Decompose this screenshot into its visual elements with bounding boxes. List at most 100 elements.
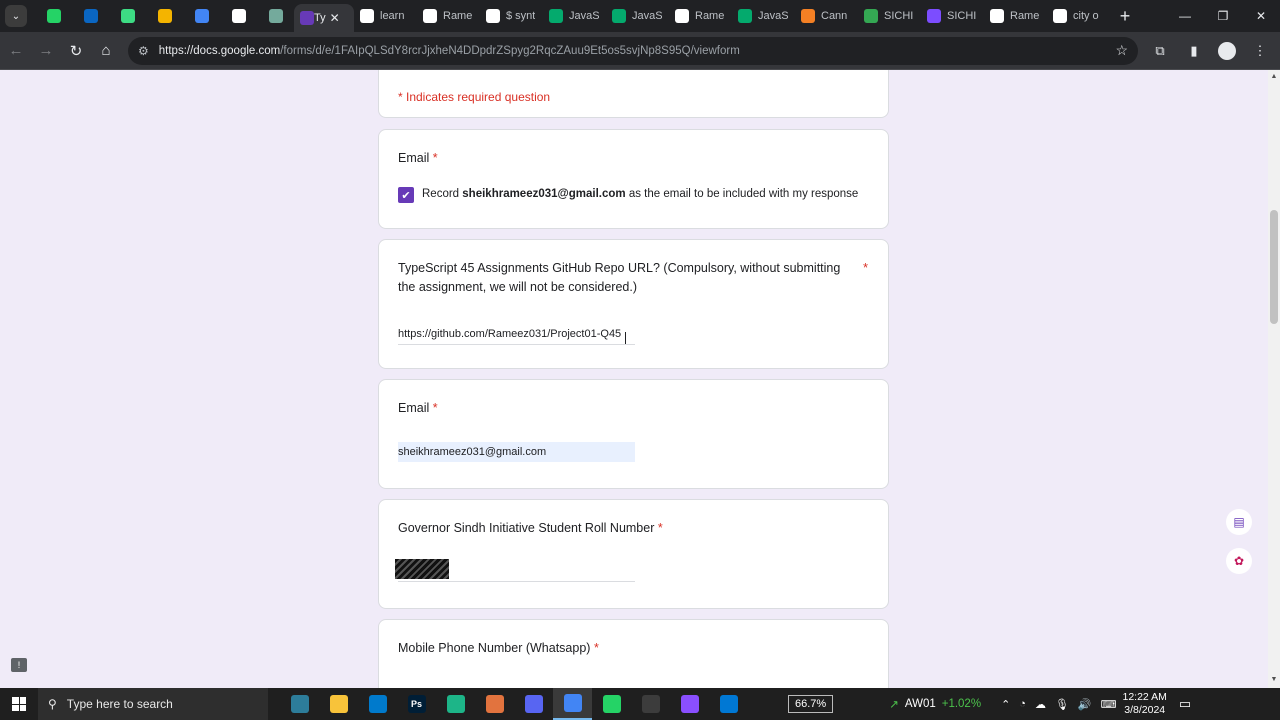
url-text[interactable]: https://docs.google.com/forms/d/e/1FAIpQ… — [159, 45, 1116, 57]
profile-avatar[interactable] — [1218, 41, 1236, 60]
browser-tab[interactable]: JavaS — [606, 0, 669, 32]
email-collection-card: Email * ✔ Record sheikhrameez031@gmail.c… — [378, 129, 889, 229]
microphone-icon[interactable]: 🎙 — [1055, 698, 1069, 711]
browser-tab[interactable] — [35, 0, 72, 32]
stock-widget[interactable]: ↗ AW01 +1.02% — [889, 697, 981, 711]
taskbar-app[interactable] — [280, 688, 319, 720]
w3-icon — [738, 9, 752, 23]
extensions-icon[interactable]: ⧉ — [1150, 41, 1170, 61]
url-path: /forms/d/e/1FAIpQLSdY8rcrJjxheN4DDpdrZSp… — [280, 44, 740, 57]
scrollbar-thumb[interactable] — [1270, 210, 1278, 324]
tab-title: Ty — [314, 12, 326, 24]
tab-search-button[interactable]: ⌄ — [5, 5, 27, 27]
taskbar-app[interactable] — [475, 688, 514, 720]
linkedin-icon — [83, 9, 98, 23]
browser-tab[interactable]: Ty ✕ — [294, 4, 354, 32]
scroll-down-icon[interactable]: ▼ — [1270, 676, 1278, 684]
taskbar-app[interactable] — [670, 688, 709, 720]
start-button[interactable] — [0, 688, 38, 720]
browser-tab[interactable]: city o — [1047, 0, 1110, 32]
browser-tab[interactable]: SICHI — [921, 0, 984, 32]
cloud-icon[interactable]: ☁ — [1035, 698, 1046, 711]
feedback-icon[interactable]: ! — [11, 658, 27, 672]
taskbar-app[interactable] — [592, 688, 631, 720]
notifications-icon[interactable]: ▭ — [1179, 696, 1191, 712]
forward-button[interactable]: → — [32, 37, 60, 65]
volume-icon[interactable]: 🔊 — [1078, 698, 1092, 711]
stock-change: +1.02% — [941, 698, 982, 710]
home-button[interactable]: ⌂ — [92, 37, 120, 65]
browser-tab[interactable] — [72, 0, 109, 32]
browser-tab[interactable] — [146, 0, 183, 32]
repo-url-input[interactable]: https://github.com/Rameez031/Project01-Q… — [398, 324, 635, 345]
taskbar-search[interactable]: ⚲ Type here to search — [38, 688, 268, 720]
brain-extension-icon[interactable]: ✿ — [1226, 548, 1252, 574]
taskbar-app[interactable] — [553, 688, 592, 720]
git-icon — [485, 695, 504, 713]
redacted-scribble — [395, 559, 449, 579]
new-tab-button[interactable]: + — [1110, 6, 1140, 27]
tab-title: JavaS — [632, 10, 662, 22]
app-blue-icon — [719, 695, 738, 713]
taskbar-app[interactable] — [514, 688, 553, 720]
taskbar-app[interactable] — [631, 688, 670, 720]
keyboard-icon[interactable]: ⌨ — [1101, 698, 1117, 711]
address-bar[interactable]: ⚙ https://docs.google.com/forms/d/e/1FAI… — [128, 36, 1138, 65]
asterisk-icon — [120, 9, 135, 23]
record-email: sheikhrameez031@gmail.com — [462, 188, 626, 200]
reading-mode-icon[interactable]: ▤ — [1226, 509, 1252, 535]
windows-logo-icon — [12, 697, 26, 711]
required-asterisk: * — [432, 401, 438, 415]
github-icon — [360, 9, 374, 23]
browser-tab[interactable] — [109, 0, 146, 32]
browser-tab[interactable] — [257, 0, 294, 32]
browser-tab[interactable]: JavaS — [732, 0, 795, 32]
taskbar-app[interactable] — [436, 688, 475, 720]
reload-button[interactable]: ↻ — [62, 37, 90, 65]
email-input[interactable]: sheikhrameez031@gmail.com — [398, 442, 635, 462]
browser-tab[interactable] — [220, 0, 257, 32]
browser-tab[interactable]: learn — [354, 0, 417, 32]
browser-tab[interactable] — [183, 0, 220, 32]
taskbar-app[interactable] — [709, 688, 748, 720]
record-prefix: Record — [422, 188, 463, 200]
url-host: https://docs.google.com — [158, 44, 281, 57]
minimize-button[interactable]: — — [1166, 0, 1204, 32]
site-info-icon[interactable]: ⚙ — [138, 44, 149, 58]
restore-button[interactable]: ❐ — [1204, 0, 1242, 32]
github-icon — [990, 9, 1004, 23]
sichi-icon — [864, 9, 878, 23]
email-question-label: Email — [398, 401, 430, 415]
browser-tab[interactable]: JavaS — [543, 0, 606, 32]
question-card-roll: Governor Sindh Initiative Student Roll N… — [378, 499, 889, 609]
bookmark-star-icon[interactable]: ☆ — [1115, 42, 1128, 59]
browser-tab[interactable]: $ synt — [480, 0, 543, 32]
tab-title: Rame — [443, 10, 473, 22]
page-scrollbar[interactable]: ▲ ▼ — [1268, 70, 1280, 688]
tab-title: learn — [380, 10, 405, 22]
network-icon[interactable]: ◔ — [1019, 698, 1026, 710]
google-icon — [1053, 9, 1067, 23]
close-tab-icon[interactable]: ✕ — [330, 11, 340, 25]
stock-name: AW01 — [904, 698, 936, 710]
chevron-up-icon[interactable]: ⌃ — [1001, 698, 1010, 711]
side-panel-icon[interactable]: ▮ — [1184, 41, 1204, 61]
tab-title: city o — [1073, 10, 1099, 22]
browser-tab[interactable]: Cann — [795, 0, 858, 32]
browser-tab[interactable]: Rame — [669, 0, 732, 32]
system-clock[interactable]: 12:22 AM 3/8/2024 — [1123, 691, 1167, 717]
browser-tab[interactable]: Rame — [417, 0, 480, 32]
taskbar-app[interactable] — [358, 688, 397, 720]
record-email-checkbox[interactable]: ✔ — [398, 187, 414, 203]
browser-tab[interactable]: Rame — [984, 0, 1047, 32]
scroll-up-icon[interactable]: ▲ — [1270, 73, 1278, 81]
app-purple-icon — [680, 695, 699, 713]
taskbar-app[interactable]: Ps — [397, 688, 436, 720]
record-email-label[interactable]: Record sheikhrameez031@gmail.com as the … — [422, 188, 858, 200]
browser-tab[interactable]: SICHI — [858, 0, 921, 32]
close-window-button[interactable]: ✕ — [1242, 0, 1280, 32]
taskbar-app[interactable] — [319, 688, 358, 720]
zoom-level[interactable]: 66.7% — [788, 695, 834, 713]
menu-kebab-icon[interactable]: ⋮ — [1250, 41, 1270, 61]
back-button[interactable]: ← — [2, 37, 30, 65]
